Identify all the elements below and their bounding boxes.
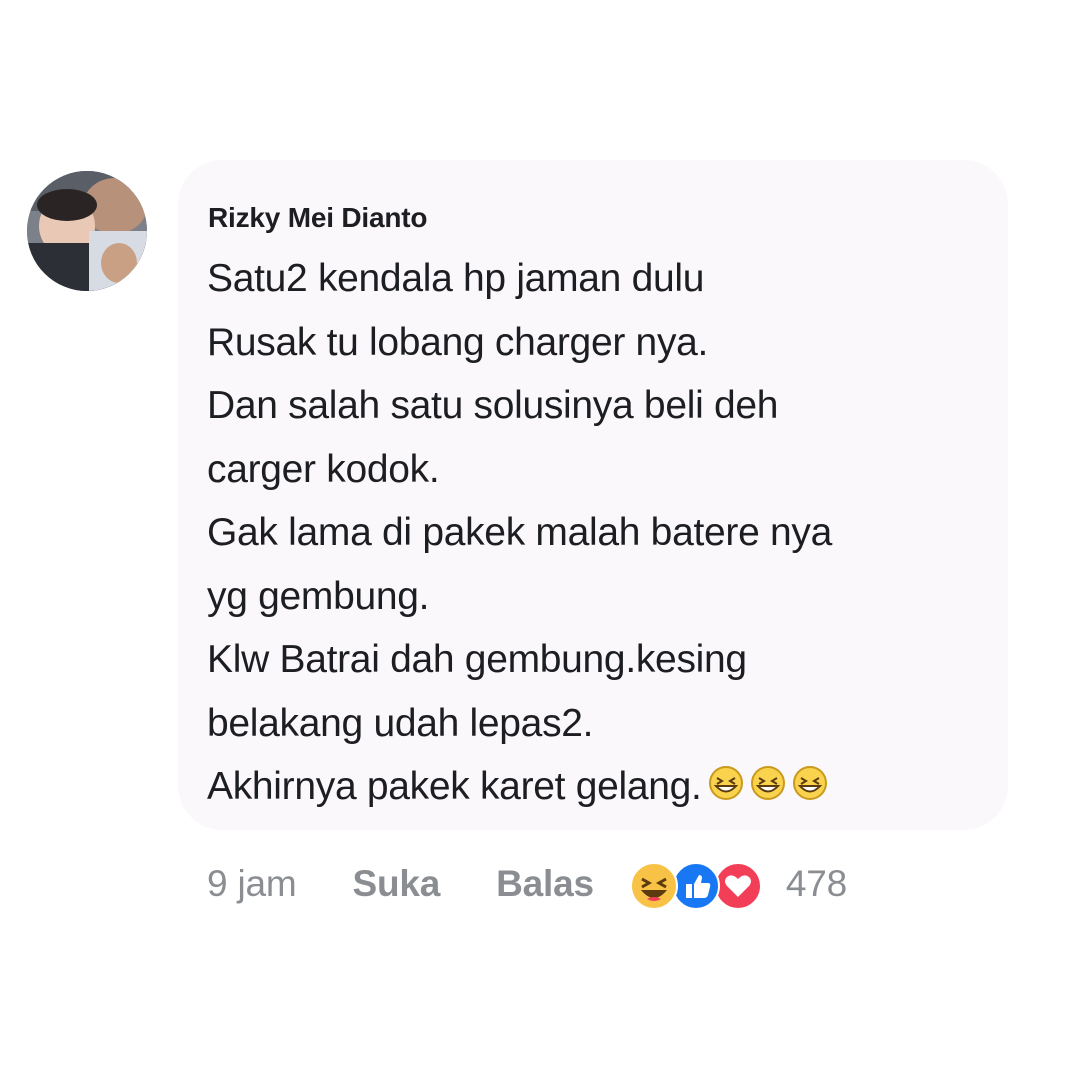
- timestamp[interactable]: 9 jam: [207, 863, 297, 905]
- comment-line: carger kodok.: [207, 447, 440, 491]
- comment-line: Dan salah satu solusinya beli deh: [207, 384, 779, 427]
- comment-actions: 9 jam Suka Balas 478: [207, 856, 847, 912]
- author-name[interactable]: Rizky Mei Dianto: [208, 202, 427, 234]
- comment-body: Satu2 kendala hp jaman dulu Rusak tu lob…: [207, 247, 997, 819]
- like-button[interactable]: Suka: [352, 863, 440, 905]
- grinning-squinting-face-icon: [750, 757, 786, 800]
- comment-line: Gak lama di pakek malah batere nya: [207, 511, 832, 554]
- comment-line-text: Akhirnya pakek karet gelang.: [207, 765, 702, 808]
- love-reaction-icon: [713, 862, 762, 910]
- reply-button[interactable]: Balas: [496, 863, 594, 905]
- comment-line: Klw Batrai dah gembung.kesing: [207, 638, 747, 681]
- avatar-photo: [27, 171, 147, 291]
- reactions-summary[interactable]: [629, 858, 762, 910]
- reaction-count[interactable]: 478: [786, 863, 847, 905]
- grinning-squinting-face-icon: [792, 757, 828, 800]
- haha-reaction-icon: [629, 862, 678, 910]
- avatar[interactable]: [27, 171, 147, 291]
- like-reaction-icon: [671, 862, 720, 910]
- grinning-squinting-face-icon: [708, 757, 744, 800]
- comment-line: Rusak tu lobang charger nya.: [207, 320, 709, 364]
- comment-last-line: Akhirnya pakek karet gelang.: [207, 755, 997, 819]
- comment-screenshot: Rizky Mei Dianto Satu2 kendala hp jaman …: [0, 0, 1080, 1080]
- comment-line: yg gembung.: [207, 574, 430, 618]
- comment-line: belakang udah lepas2.: [207, 701, 594, 745]
- comment-line: Satu2 kendala hp jaman dulu: [207, 257, 705, 300]
